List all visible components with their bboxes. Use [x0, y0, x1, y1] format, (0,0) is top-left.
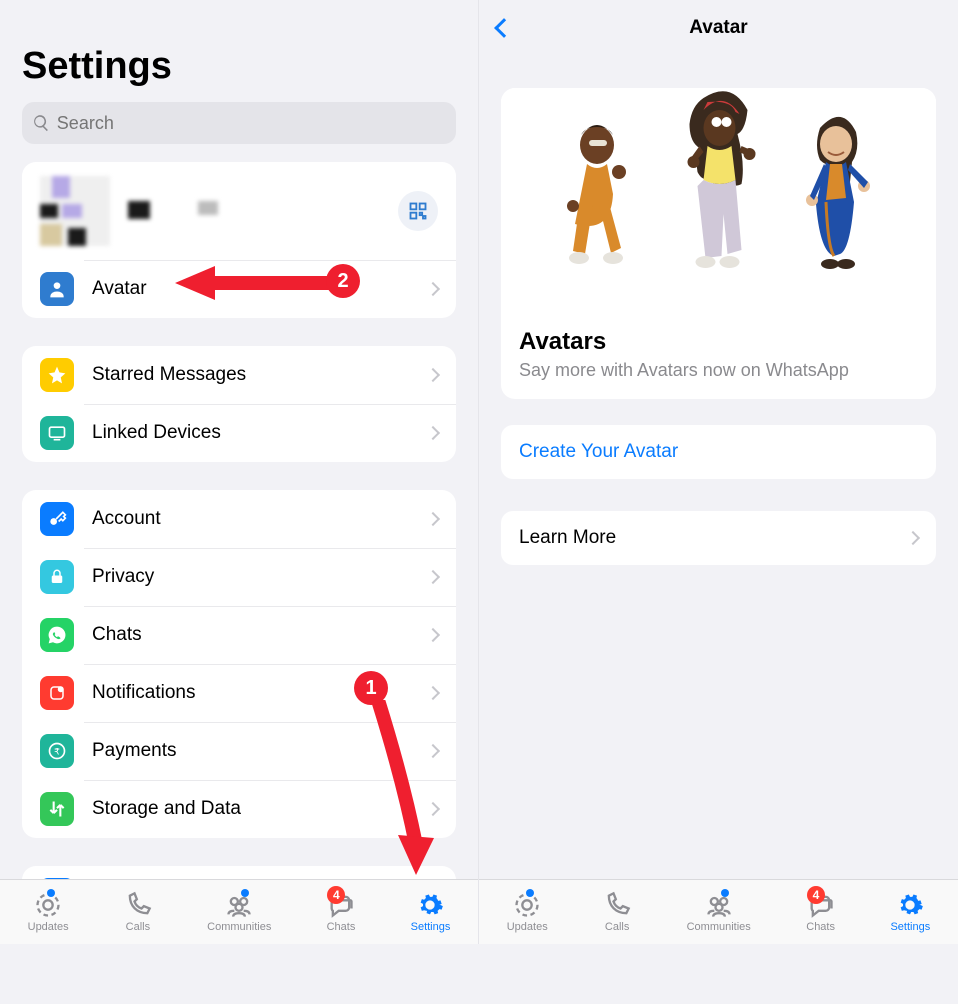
chevron-right-icon [426, 282, 440, 296]
privacy-label: Privacy [92, 566, 428, 588]
starred-row[interactable]: Starred Messages [22, 346, 456, 404]
avatar-person-1 [551, 110, 651, 320]
avatars-card: Avatars Say more with Avatars now on Wha… [501, 88, 936, 399]
chats-label: Chats [92, 624, 428, 646]
star-icon [40, 358, 74, 392]
learn-more-label: Learn More [519, 527, 908, 549]
tab-settings[interactable]: Settings [890, 891, 930, 933]
page-title: Settings [22, 45, 456, 88]
chevron-right-icon [426, 570, 440, 584]
profile-pic [40, 176, 110, 246]
tab-label: Settings [411, 921, 451, 933]
whatsapp-icon [40, 618, 74, 652]
tab-label: Chats [327, 921, 356, 933]
linked-icon [40, 416, 74, 450]
arrow-annotation-1 [368, 700, 438, 880]
gear-icon [416, 891, 444, 919]
avatars-illustration [501, 88, 936, 318]
key-icon [40, 502, 74, 536]
linked-row[interactable]: Linked Devices [22, 404, 456, 462]
phone-icon [603, 891, 631, 919]
chevron-right-icon [426, 628, 440, 642]
chats-badge: 4 [807, 886, 825, 904]
lock-icon [40, 560, 74, 594]
avatar-person-2 [661, 90, 776, 310]
rupee-icon: ₹ [40, 734, 74, 768]
tab-communities[interactable]: Communities [687, 891, 751, 933]
tab-label: Communities [687, 921, 751, 933]
back-button[interactable] [494, 18, 514, 38]
tab-bar: Updates Calls Communities 4 Chats Settin… [0, 879, 478, 944]
chevron-right-icon [906, 531, 920, 545]
communities-dot-icon [721, 889, 729, 897]
starred-label: Starred Messages [92, 364, 428, 386]
chats-row[interactable]: Chats [22, 606, 456, 664]
nav-header: Avatar [479, 0, 958, 56]
avatars-heading: Avatars [519, 328, 918, 356]
updates-dot-icon [526, 889, 534, 897]
search-input[interactable] [22, 102, 456, 144]
chevron-right-icon [426, 368, 440, 382]
tab-chats[interactable]: 4 Chats [806, 891, 835, 933]
updates-dot-icon [47, 889, 55, 897]
tab-label: Updates [28, 921, 69, 933]
avatar-person-3 [786, 108, 886, 318]
linked-label: Linked Devices [92, 422, 428, 444]
notifications-icon [40, 676, 74, 710]
callout-2: 2 [326, 264, 360, 298]
arrow-annotation-2 [175, 263, 335, 303]
tab-label: Calls [126, 921, 150, 933]
tab-updates[interactable]: Updates [28, 891, 69, 933]
tab-label: Communities [207, 921, 271, 933]
chevron-right-icon [426, 426, 440, 440]
profile-row[interactable] [22, 162, 456, 260]
gear-icon [896, 891, 924, 919]
privacy-row[interactable]: Privacy [22, 548, 456, 606]
tab-chats[interactable]: 4 Chats [327, 891, 356, 933]
create-avatar-button[interactable]: Create Your Avatar [501, 425, 936, 479]
account-label: Account [92, 508, 428, 530]
tab-bar: Updates Calls Communities 4 Chats Settin… [479, 879, 958, 944]
tab-label: Calls [605, 921, 629, 933]
starred-linked-group: Starred Messages Linked Devices [22, 346, 456, 462]
tab-updates[interactable]: Updates [507, 891, 548, 933]
tab-label: Settings [890, 921, 930, 933]
communities-icon [705, 891, 733, 919]
learn-more-row[interactable]: Learn More [501, 511, 936, 565]
phone-icon [124, 891, 152, 919]
search-field[interactable] [57, 113, 446, 134]
search-icon [32, 113, 51, 133]
tab-label: Updates [507, 921, 548, 933]
create-avatar-label: Create Your Avatar [519, 441, 918, 463]
avatars-subtitle: Say more with Avatars now on WhatsApp [519, 360, 918, 381]
callout-1: 1 [354, 671, 388, 705]
storage-icon [40, 792, 74, 826]
qr-button[interactable] [398, 191, 438, 231]
qr-icon [408, 201, 428, 221]
tab-communities[interactable]: Communities [207, 891, 271, 933]
profile-name-redacted [128, 201, 218, 221]
svg-text:₹: ₹ [54, 746, 60, 756]
tab-calls[interactable]: Calls [603, 891, 631, 933]
avatar-icon [40, 272, 74, 306]
account-row[interactable]: Account [22, 490, 456, 548]
tab-label: Chats [806, 921, 835, 933]
tab-calls[interactable]: Calls [124, 891, 152, 933]
tab-settings[interactable]: Settings [411, 891, 451, 933]
nav-title: Avatar [689, 17, 747, 39]
chevron-right-icon [426, 512, 440, 526]
chevron-right-icon [426, 686, 440, 700]
communities-icon [225, 891, 253, 919]
